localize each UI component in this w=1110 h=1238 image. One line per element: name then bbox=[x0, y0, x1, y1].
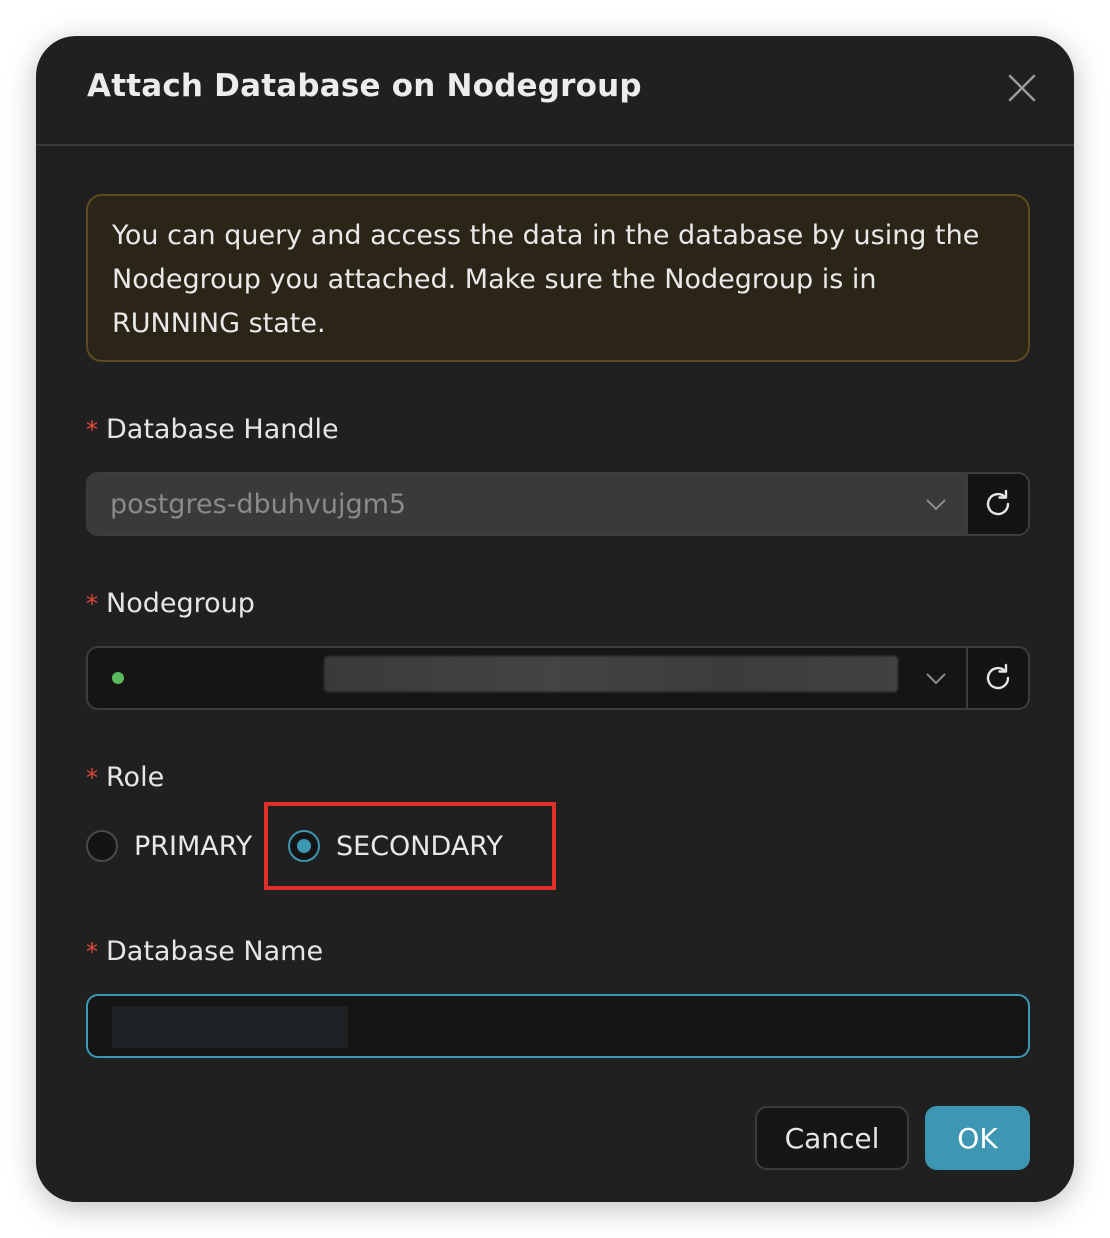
database-handle-field: postgres-dbuhvujgm5 bbox=[88, 474, 966, 534]
database-handle-label: * Database Handle bbox=[86, 414, 339, 445]
role-primary-label: PRIMARY bbox=[134, 830, 253, 862]
nodegroup-label: * Nodegroup bbox=[86, 588, 255, 619]
attach-database-dialog: Attach Database on Nodegroup You can que… bbox=[36, 36, 1074, 1202]
role-label: * Role bbox=[86, 762, 164, 793]
database-name-label-text: Database Name bbox=[106, 936, 324, 967]
status-dot-icon bbox=[112, 672, 124, 684]
database-name-label: * Database Name bbox=[86, 936, 323, 967]
database-name-input[interactable] bbox=[86, 994, 1030, 1058]
required-mark: * bbox=[86, 764, 98, 792]
database-handle-label-text: Database Handle bbox=[106, 414, 339, 445]
cancel-button[interactable]: Cancel bbox=[755, 1106, 909, 1170]
database-name-value-redacted bbox=[112, 1006, 348, 1048]
required-mark: * bbox=[86, 938, 98, 966]
nodegroup-select[interactable] bbox=[86, 646, 1030, 710]
ok-button[interactable]: OK bbox=[925, 1106, 1030, 1170]
annotation-highlight-box bbox=[264, 802, 556, 890]
close-button[interactable] bbox=[1002, 68, 1042, 108]
role-radio-primary[interactable]: PRIMARY bbox=[86, 830, 252, 862]
database-handle-value: postgres-dbuhvujgm5 bbox=[110, 488, 407, 520]
nodegroup-label-text: Nodegroup bbox=[106, 588, 255, 619]
refresh-icon bbox=[986, 489, 1010, 516]
dialog-header: Attach Database on Nodegroup bbox=[36, 36, 1074, 146]
dialog-title: Attach Database on Nodegroup bbox=[87, 68, 642, 104]
info-alert: You can query and access the data in the… bbox=[86, 194, 1030, 362]
nodegroup-value-redacted bbox=[324, 656, 898, 692]
role-label-text: Role bbox=[106, 762, 165, 793]
database-handle-refresh-button[interactable] bbox=[966, 474, 1028, 534]
nodegroup-refresh-button[interactable] bbox=[966, 648, 1028, 708]
close-icon bbox=[1008, 74, 1036, 102]
radio-circle[interactable] bbox=[86, 830, 118, 862]
refresh-icon bbox=[986, 663, 1010, 690]
chevron-down-icon bbox=[926, 673, 946, 685]
database-handle-select: postgres-dbuhvujgm5 bbox=[86, 472, 1030, 536]
nodegroup-field[interactable] bbox=[88, 648, 966, 708]
chevron-down-icon bbox=[926, 499, 946, 511]
required-mark: * bbox=[86, 590, 98, 618]
required-mark: * bbox=[86, 416, 98, 444]
